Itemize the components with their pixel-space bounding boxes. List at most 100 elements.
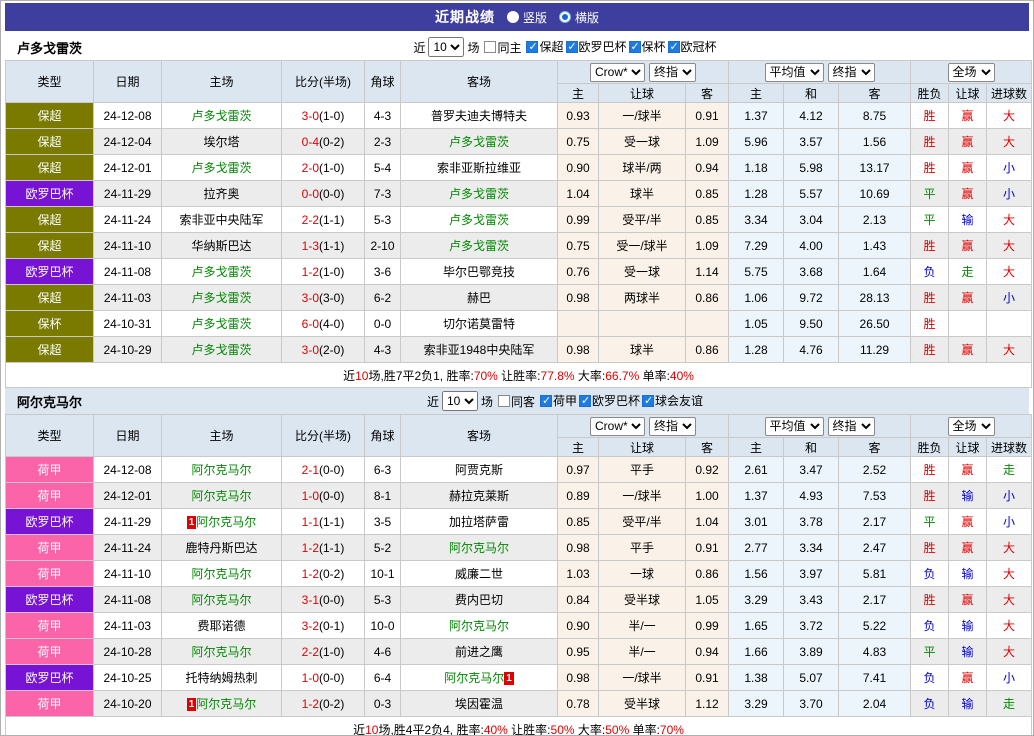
match-date: 24-10-28	[94, 639, 162, 665]
result-handicap: 赢	[949, 103, 987, 129]
odds-away: 1.04	[686, 509, 729, 535]
result-wdl: 负	[911, 561, 949, 587]
avg-away-odds: 2.04	[839, 691, 911, 717]
result-handicap: 输	[949, 639, 987, 665]
corner-score: 0-0	[365, 311, 401, 337]
home-team: 卢多戈雷茨	[162, 285, 282, 311]
fulltime-select[interactable]: 全场	[948, 417, 995, 436]
match-date: 24-10-31	[94, 311, 162, 337]
same-venue-label: 同客	[511, 393, 535, 410]
odds-home: 0.78	[558, 691, 599, 717]
match-row: 保超24-11-10华纳斯巴达1-3(1-1)2-10卢多戈雷茨0.75受一/球…	[6, 233, 1032, 259]
odds-away: 0.86	[686, 285, 729, 311]
match-score: 1-2(0-2)	[282, 561, 365, 587]
col-score: 比分(半场)	[282, 415, 365, 457]
odds-away: 1.14	[686, 259, 729, 285]
odds-home: 1.04	[558, 181, 599, 207]
col-avg-home: 主	[729, 438, 784, 457]
result-wdl: 胜	[911, 129, 949, 155]
avg-away-odds: 5.81	[839, 561, 911, 587]
home-team: 卢多戈雷茨	[162, 155, 282, 181]
fulltime-select[interactable]: 全场	[948, 63, 995, 82]
rounds-select[interactable]: 10	[442, 391, 478, 411]
same-venue-checkbox[interactable]: 同客	[498, 393, 535, 410]
col-odds-away: 客	[686, 84, 729, 103]
avg-away-odds: 2.17	[839, 587, 911, 613]
home-team: 索非亚中央陆军	[162, 207, 282, 233]
odds-home: 0.99	[558, 207, 599, 233]
odds-away: 0.85	[686, 181, 729, 207]
match-row: 荷甲24-11-10阿尔克马尔1-2(0-2)10-1威廉二世1.03一球0.8…	[6, 561, 1032, 587]
result-wdl: 胜	[911, 285, 949, 311]
away-team: 毕尔巴鄂竞技	[401, 259, 558, 285]
odds-home: 0.98	[558, 535, 599, 561]
col-date: 日期	[94, 61, 162, 103]
average-select[interactable]: 平均值	[765, 63, 824, 82]
avg-draw-odds: 3.47	[784, 457, 839, 483]
matches-table: 类型 日期 主场 比分(半场) 角球 客场 Crow*终指 平均值终指 全场 主…	[5, 60, 1032, 388]
match-date: 24-12-04	[94, 129, 162, 155]
league-filter-checkbox[interactable]: 球会友谊	[642, 392, 703, 409]
away-team: 阿尔克马尔	[401, 613, 558, 639]
avg-away-odds: 2.52	[839, 457, 911, 483]
final-odds-select-2[interactable]: 终指	[828, 417, 875, 436]
radio-selected-icon	[559, 11, 571, 23]
final-odds-select[interactable]: 终指	[649, 63, 696, 82]
match-date: 24-10-29	[94, 337, 162, 363]
col-result-goals: 进球数	[987, 438, 1032, 457]
league-filter-checkbox[interactable]: 保超	[526, 38, 563, 55]
col-corner: 角球	[365, 415, 401, 457]
result-wdl: 胜	[911, 457, 949, 483]
corner-score: 6-3	[365, 457, 401, 483]
home-team: 华纳斯巴达	[162, 233, 282, 259]
odds-away: 0.86	[686, 337, 729, 363]
away-team: 索非亚1948中央陆军	[401, 337, 558, 363]
bookmaker-select[interactable]: Crow*	[590, 417, 645, 436]
match-row: 保超24-10-29卢多戈雷茨3-0(2-0)4-3索非亚1948中央陆军0.9…	[6, 337, 1032, 363]
type-badge: 荷甲	[6, 483, 94, 509]
league-filter-checkbox[interactable]: 欧罗巴杯	[566, 38, 627, 55]
league-filter-checkbox[interactable]: 欧冠杯	[668, 38, 717, 55]
corner-score: 6-4	[365, 665, 401, 691]
same-venue-checkbox[interactable]: 同主	[484, 39, 521, 56]
home-team: 费耶诺德	[162, 613, 282, 639]
away-team: 阿尔克马尔1	[401, 665, 558, 691]
league-filter-group: 荷甲欧罗巴杯球会友谊	[538, 392, 703, 410]
filter-controls: 近 10 场 同客 荷甲欧罗巴杯球会友谊	[427, 391, 703, 411]
result-wdl: 负	[911, 259, 949, 285]
result-handicap: 赢	[949, 535, 987, 561]
odds-handicap: 受半球	[599, 691, 686, 717]
match-row: 荷甲24-11-03费耶诺德3-2(0-1)10-0阿尔克马尔0.90半/一0.…	[6, 613, 1032, 639]
avg-home-odds: 3.01	[729, 509, 784, 535]
col-type: 类型	[6, 415, 94, 457]
horizontal-layout-radio[interactable]: 横版	[559, 9, 599, 26]
corner-score: 3-5	[365, 509, 401, 535]
bookmaker-select[interactable]: Crow*	[590, 63, 645, 82]
type-badge: 保超	[6, 337, 94, 363]
corner-score: 6-2	[365, 285, 401, 311]
league-filter-checkbox[interactable]: 保杯	[629, 38, 666, 55]
red-card-badge: 1	[187, 516, 197, 529]
match-score: 1-0(0-0)	[282, 483, 365, 509]
final-odds-select[interactable]: 终指	[649, 417, 696, 436]
vertical-layout-radio[interactable]: 竖版	[507, 9, 547, 26]
average-select[interactable]: 平均值	[765, 417, 824, 436]
red-card-badge: 1	[187, 698, 197, 711]
checkbox-icon	[484, 41, 496, 53]
result-goals: 大	[987, 233, 1032, 259]
corner-score: 5-2	[365, 535, 401, 561]
odds-handicap: 受一球	[599, 259, 686, 285]
odds-away: 1.00	[686, 483, 729, 509]
league-filter-checkbox[interactable]: 荷甲	[540, 392, 577, 409]
avg-draw-odds: 3.57	[784, 129, 839, 155]
result-handicap: 赢	[949, 337, 987, 363]
league-filter-checkbox[interactable]: 欧罗巴杯	[579, 392, 640, 409]
rounds-select[interactable]: 10	[428, 37, 464, 57]
away-team: 加拉塔萨雷	[401, 509, 558, 535]
result-goals: 走	[987, 457, 1032, 483]
final-odds-select-2[interactable]: 终指	[828, 63, 875, 82]
odds-away: 1.09	[686, 129, 729, 155]
home-team: 阿尔克马尔	[162, 483, 282, 509]
odds-home: 0.84	[558, 587, 599, 613]
avg-home-odds: 1.56	[729, 561, 784, 587]
